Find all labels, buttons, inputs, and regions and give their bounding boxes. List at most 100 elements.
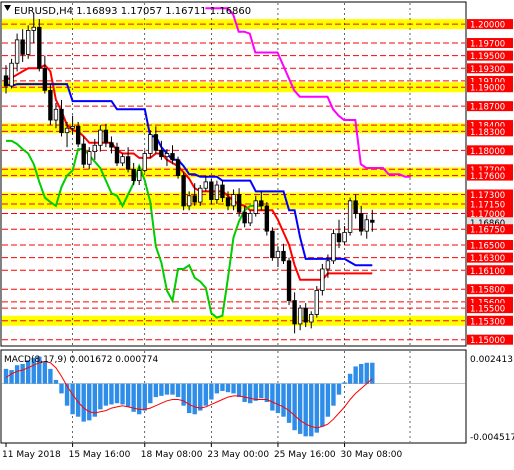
candle <box>347 197 353 236</box>
macd-bar <box>48 368 53 384</box>
macd-bar <box>109 383 114 405</box>
macd-bar <box>120 383 125 405</box>
time-label-1: 15 May 16:00 <box>69 450 131 460</box>
macd-bar <box>309 383 314 437</box>
price-label-3: 1.19300 <box>470 65 505 75</box>
macd-bar <box>142 383 147 411</box>
candle <box>148 130 153 158</box>
macd-bar <box>103 383 109 406</box>
macd-bar <box>214 383 220 394</box>
macd-bar <box>209 383 214 400</box>
candle <box>264 202 270 236</box>
price-label-8: 1.18300 <box>470 128 505 138</box>
macd-bar <box>336 383 342 395</box>
price-label-1: 1.19700 <box>470 40 505 50</box>
macd-bar <box>220 383 225 391</box>
macd-bar <box>203 383 208 406</box>
price-label-5: 1.19000 <box>470 84 505 94</box>
candle <box>9 58 14 89</box>
macd-bar <box>20 363 25 384</box>
trading-chart-window[interactable]: 1.200001.197001.195001.193001.191001.190… <box>0 0 514 466</box>
macd-bar <box>125 383 131 407</box>
macd-bar <box>270 383 275 411</box>
macd-bar <box>259 383 264 399</box>
price-label-2: 1.19500 <box>470 52 505 62</box>
candle <box>175 156 181 179</box>
price-label-0: 1.20000 <box>470 21 505 31</box>
macd-bar <box>242 383 247 402</box>
price-label-11: 1.17600 <box>470 172 505 182</box>
macd-bar <box>164 383 170 395</box>
macd-bar <box>325 383 331 417</box>
candle <box>314 286 319 318</box>
macd-bar <box>292 383 297 431</box>
macd-bar <box>87 383 92 421</box>
macd-bar <box>281 383 286 417</box>
time-label-4: 25 May 16:00 <box>274 450 336 460</box>
macd-bar <box>225 383 231 393</box>
resistance-band-0 <box>2 19 465 30</box>
price-label-20: 1.15800 <box>470 286 505 296</box>
price-label-9: 1.18000 <box>470 147 505 157</box>
candle <box>331 229 336 264</box>
macd-bar <box>186 383 192 414</box>
macd-bar <box>192 383 197 415</box>
macd-bar <box>81 383 86 422</box>
macd-bar <box>347 373 353 384</box>
macd-bar <box>236 383 242 398</box>
macd-bar <box>53 379 59 384</box>
price-label-17: 1.16500 <box>470 242 505 252</box>
price-label-22: 1.15500 <box>470 305 505 315</box>
macd-bar <box>159 383 164 396</box>
macd-bar <box>148 383 153 404</box>
macd-bar <box>14 365 20 384</box>
resistance-band-6 <box>2 315 465 326</box>
macd-bar <box>297 383 303 434</box>
macd-bar <box>286 383 292 423</box>
symbol-info: EURUSD,H4 1.16893 1.17057 1.16711 1.1686… <box>14 6 251 17</box>
macd-bar <box>303 383 308 437</box>
macd-bar <box>231 383 236 394</box>
macd-bar <box>153 383 159 398</box>
macd-bar <box>198 383 203 411</box>
macd-bar <box>114 383 120 404</box>
macd-label: MACD(8,17,9) 0.001672 0.000774 <box>4 355 159 365</box>
macd-bar <box>359 363 364 384</box>
time-label-5: 30 May 08:00 <box>341 450 403 460</box>
candle <box>286 257 292 305</box>
time-label-0: 11 May 2018 <box>2 450 61 460</box>
macd-axis-bottom: -0.004517 <box>470 433 514 443</box>
macd-bar <box>59 383 64 394</box>
chart-canvas[interactable]: 1.200001.197001.195001.193001.191001.190… <box>0 0 514 466</box>
macd-bar <box>320 383 325 427</box>
macd-bar <box>9 370 14 384</box>
macd-bar <box>98 383 103 410</box>
candle <box>37 19 42 72</box>
time-label-2: 18 May 08:00 <box>141 450 203 460</box>
price-label-23: 1.15300 <box>470 317 505 327</box>
candle <box>181 172 186 211</box>
macd-bar <box>170 383 175 395</box>
candle <box>142 150 147 173</box>
price-label-16: 1.16750 <box>470 226 505 236</box>
macd-bar <box>70 383 75 415</box>
candle <box>270 227 275 261</box>
macd-bar <box>248 383 253 404</box>
macd-bar <box>342 382 347 384</box>
candle <box>320 263 325 296</box>
macd-bar <box>314 383 319 433</box>
macd-bar <box>92 383 97 417</box>
price-label-19: 1.16100 <box>470 267 505 277</box>
price-label-18: 1.16300 <box>470 254 505 264</box>
candle <box>48 84 53 126</box>
macd-bar <box>253 383 258 401</box>
candle <box>25 25 31 59</box>
price-label-24: 1.15000 <box>470 336 505 346</box>
resistance-band-1 <box>2 82 465 93</box>
macd-bar <box>175 383 181 398</box>
macd-bar <box>364 362 369 384</box>
macd-bar <box>353 366 358 384</box>
macd-bar <box>331 383 336 406</box>
price-label-6: 1.18700 <box>470 103 505 113</box>
macd-axis-top: 0.002413 <box>470 355 513 365</box>
